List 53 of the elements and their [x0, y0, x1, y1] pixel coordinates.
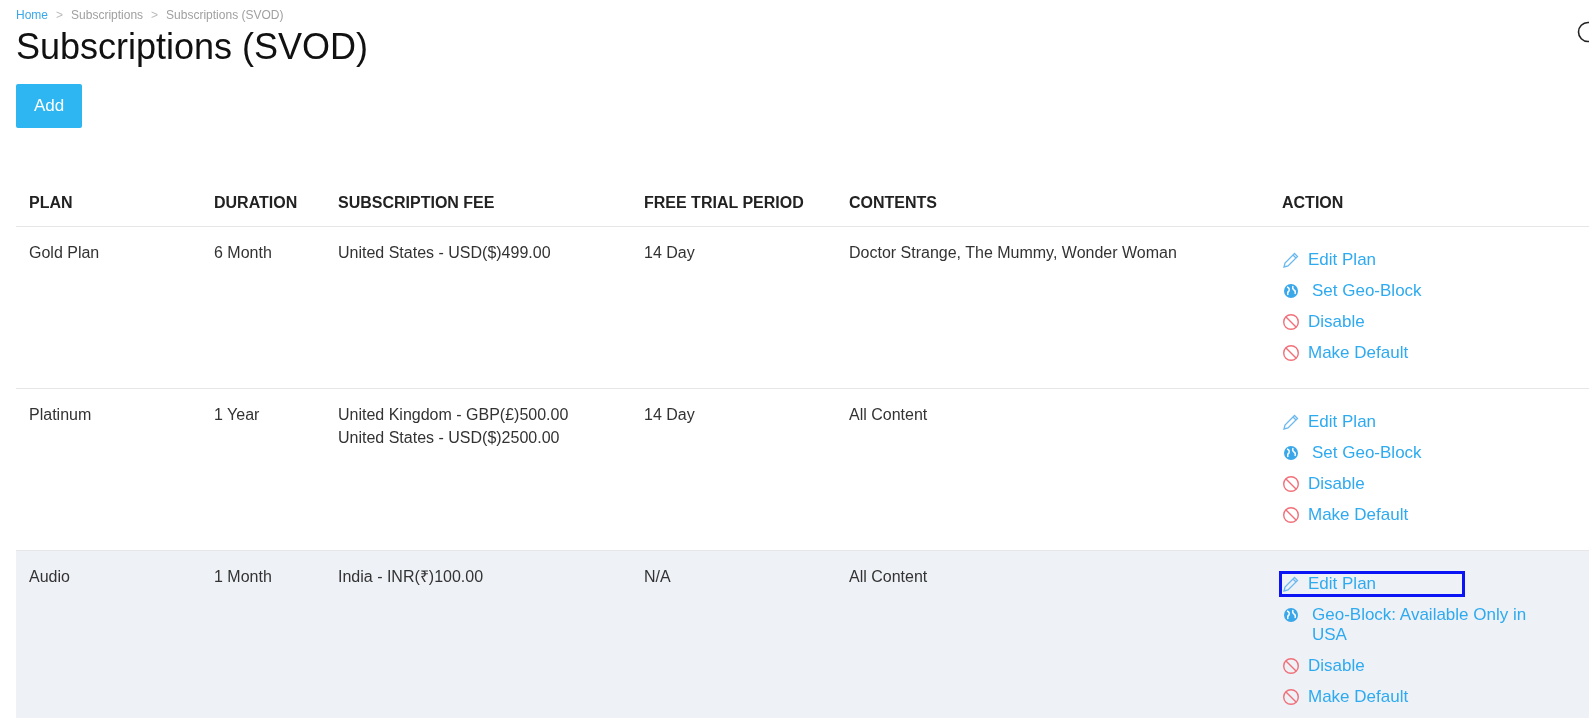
column-header: FREE TRIAL PERIOD	[644, 194, 804, 211]
action-link[interactable]: Edit Plan	[1308, 250, 1377, 270]
action-link[interactable]: Set Geo-Block	[1312, 443, 1422, 463]
pencil-icon	[1282, 575, 1300, 593]
action-link[interactable]: Disable	[1308, 474, 1365, 494]
table-cell-text: United Kingdom - GBP(£)500.00	[338, 405, 570, 425]
prohibited-icon	[1282, 344, 1300, 362]
breadcrumb-separator: >	[151, 8, 159, 22]
table-cell: All Content	[849, 568, 928, 585]
globe-icon	[1282, 282, 1300, 300]
page-title: Subscriptions (SVOD)	[16, 26, 369, 68]
table-row[interactable]: Platinum 1 Year United Kingdom - GBP(£)500.00 United States - USD($)2500.00 14 Day All Content Edit Plan Set Geo-Block Disable Make Default	[16, 388, 1589, 551]
globe-icon	[1282, 606, 1300, 624]
prohibited-icon	[1282, 313, 1300, 331]
pencil-icon	[1282, 413, 1300, 431]
action-link[interactable]: Make Default	[1308, 687, 1409, 707]
prohibited-icon	[1282, 506, 1300, 524]
table-cell: 14 Day	[644, 406, 695, 423]
table-cell: Doctor Strange, The Mummy, Wonder Woman	[849, 244, 1177, 261]
column-header: SUBSCRIPTION FEE	[338, 194, 495, 211]
table-cell-text: India - INR(₹)100.00	[338, 567, 485, 587]
column-header: CONTENTS	[849, 194, 937, 211]
action-link[interactable]: Edit Plan	[1308, 412, 1377, 432]
prohibited-icon	[1282, 688, 1300, 706]
breadcrumb-link[interactable]: Home	[16, 8, 48, 22]
table-row[interactable]: Gold Plan 6 Month United States - USD($)499.00 14 Day Doctor Strange, The Mummy, Wonder Woman Edit Plan Set Geo-Block Disable Make Default	[16, 226, 1589, 389]
action-link[interactable]: Set Geo-Block	[1312, 281, 1422, 301]
table-cell-text: United States - USD($)2500.00	[338, 428, 561, 448]
table-cell-text: United States - USD($)499.00	[338, 243, 552, 263]
breadcrumb-separator: >	[56, 8, 64, 22]
action-link[interactable]: Make Default	[1308, 505, 1409, 525]
table-cell: 6 Month	[214, 244, 272, 261]
add-button[interactable]: Add	[16, 84, 82, 128]
table-cell: 14 Day	[644, 244, 695, 261]
table-cell: Platinum	[29, 406, 92, 423]
action-link[interactable]: Disable	[1308, 656, 1365, 676]
table-cell: 1 Month	[214, 568, 272, 585]
table-cell: Audio	[29, 568, 70, 585]
action-link[interactable]: Make Default	[1308, 343, 1409, 363]
column-header: ACTION	[1282, 194, 1344, 211]
pencil-icon	[1282, 251, 1300, 269]
action-link[interactable]: Geo-Block: Available Only in USA	[1312, 605, 1527, 645]
action-link[interactable]: Disable	[1308, 312, 1365, 332]
table-cell: N/A	[644, 568, 671, 585]
table-cell: All Content	[849, 406, 928, 423]
globe-icon	[1282, 444, 1300, 462]
table-row[interactable]: Audio 1 Month India - INR(₹)100.00 N/A All Content Edit Plan Geo-Block: Available Only in USA Disable Make Default	[16, 550, 1589, 718]
prohibited-icon	[1282, 657, 1300, 675]
table-cell: 1 Year	[214, 406, 260, 423]
table-cell: Gold Plan	[29, 244, 100, 261]
prohibited-icon	[1282, 475, 1300, 493]
column-header: DURATION	[214, 194, 298, 211]
column-header: PLAN	[29, 194, 73, 211]
